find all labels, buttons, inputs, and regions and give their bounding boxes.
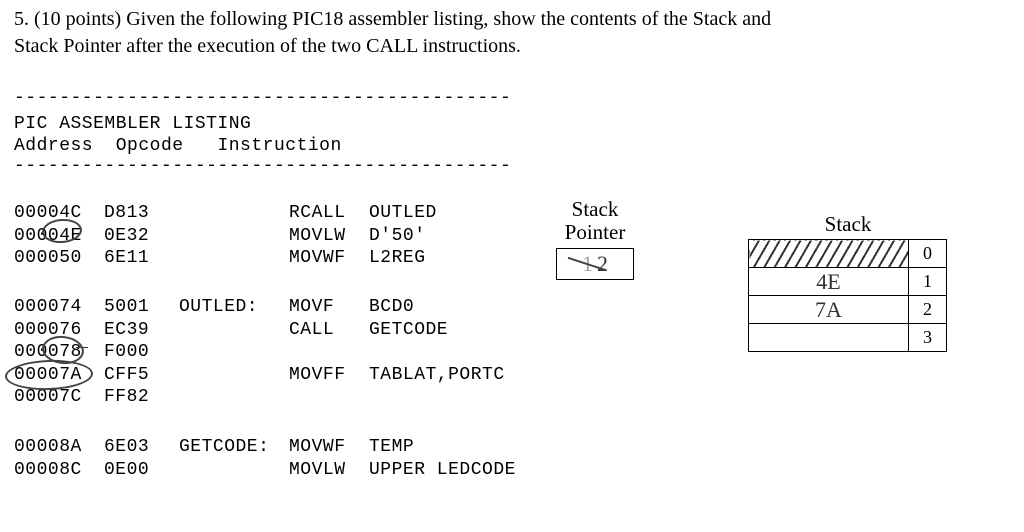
label	[179, 386, 289, 409]
mnemonic: MOVFF	[289, 364, 369, 387]
code-row: 00008A6E03GETCODE:MOVWFTEMP	[14, 436, 516, 459]
stack-value: 7A	[749, 296, 909, 324]
addr: 000050	[14, 247, 104, 270]
stack-row: 4E 1	[749, 268, 947, 296]
listing-header-section: ----------------------------------------…	[14, 88, 511, 176]
stack-value	[749, 240, 909, 268]
opcode: 5001	[104, 296, 179, 319]
mnemonic	[289, 386, 369, 409]
code-row: 00004CD813 RCALLOUTLED	[14, 202, 437, 225]
addr: 00008A	[14, 436, 104, 459]
label	[179, 459, 289, 482]
sp-value: 2	[597, 251, 608, 277]
label: GETCODE:	[179, 436, 289, 459]
dashes-top: ----------------------------------------…	[14, 88, 511, 108]
opcode: 0E00	[104, 459, 179, 482]
mnemonic: MOVLW	[289, 225, 369, 248]
header-opcode: Opcode	[116, 136, 184, 156]
opcode: F000	[104, 341, 179, 364]
mnemonic: RCALL	[289, 202, 369, 225]
code-row: 00007CFF82	[14, 386, 505, 409]
opcode: EC39	[104, 319, 179, 342]
operand: TABLAT,PORTC	[369, 364, 505, 387]
addr: 000074	[14, 296, 104, 319]
stack-row: 7A 2	[749, 296, 947, 324]
operand: OUTLED	[369, 202, 437, 225]
code-row: 00004E0E32 MOVLWD'50'	[14, 225, 437, 248]
stack-table: 0 4E 1 7A 23	[748, 239, 947, 352]
addr: 00004E	[14, 225, 104, 248]
stack-value: 4E	[749, 268, 909, 296]
mnemonic: MOVWF	[289, 436, 369, 459]
stack-index: 3	[909, 324, 947, 352]
opcode: 6E03	[104, 436, 179, 459]
addr: 00007A	[14, 364, 104, 387]
label	[179, 319, 289, 342]
operand: D'50'	[369, 225, 426, 248]
stack-area: Stack 0 4E 1 7A 23	[748, 212, 948, 352]
stack-row: 0	[749, 240, 947, 268]
stack-index: 0	[909, 240, 947, 268]
code-row: 000076EC39 CALLGETCODE	[14, 319, 505, 342]
question-text-2: Stack Pointer after the execution of the…	[14, 35, 521, 57]
opcode: D813	[104, 202, 179, 225]
stack-pointer-label: Stack Pointer	[556, 198, 634, 244]
code-row: 00008C0E00 MOVLWUPPER LEDCODE	[14, 459, 516, 482]
code-block-3: 00008A6E03GETCODE:MOVWFTEMP00008C0E00MOV…	[14, 436, 516, 481]
operand: UPPER LEDCODE	[369, 459, 516, 482]
opcode: 0E32	[104, 225, 179, 248]
sp-label-2: Pointer	[565, 220, 626, 244]
listing-column-headers: Address Opcode Instruction	[14, 136, 511, 156]
stack-pointer-area: Stack Pointer 1 2	[556, 198, 634, 280]
addr: 00007C	[14, 386, 104, 409]
operand: GETCODE	[369, 319, 448, 342]
label	[179, 202, 289, 225]
label	[179, 247, 289, 270]
addr: 000076	[14, 319, 104, 342]
label	[179, 341, 289, 364]
opcode: 6E11	[104, 247, 179, 270]
label	[179, 225, 289, 248]
question-points: (10 points)	[34, 8, 121, 30]
addr: 000078	[14, 341, 104, 364]
stack-index: 2	[909, 296, 947, 324]
stack-title: Stack	[748, 212, 948, 237]
code-row: 00007ACFF5 MOVFFTABLAT,PORTC	[14, 364, 505, 387]
code-row: 000078F000	[14, 341, 505, 364]
question-text-1: Given the following PIC18 assembler list…	[126, 8, 771, 30]
code-block-1: 00004CD813 RCALLOUTLED 00004E0E32 MOVLWD'50…	[14, 202, 437, 270]
mnemonic: CALL	[289, 319, 369, 342]
opcode: FF82	[104, 386, 179, 409]
question-number: 5.	[14, 8, 29, 30]
mnemonic: MOVF	[289, 296, 369, 319]
operand: BCD0	[369, 296, 414, 319]
stack-handwritten-value: 4E	[816, 269, 840, 294]
code-row: 0000745001OUTLED:MOVFBCD0	[14, 296, 505, 319]
question-header: 5. (10 points) Given the following PIC18…	[14, 6, 1004, 60]
sp-label-1: Stack	[572, 197, 619, 221]
label: OUTLED:	[179, 296, 289, 319]
stack-row: 3	[749, 324, 947, 352]
mnemonic: MOVWF	[289, 247, 369, 270]
stack-handwritten-value: 7A	[815, 297, 842, 322]
operand: L2REG	[369, 247, 426, 270]
mnemonic: MOVLW	[289, 459, 369, 482]
stack-index: 1	[909, 268, 947, 296]
stack-pointer-box: 1 2	[556, 248, 634, 280]
addr: 00004C	[14, 202, 104, 225]
opcode: CFF5	[104, 364, 179, 387]
header-address: Address	[14, 136, 93, 156]
operand: TEMP	[369, 436, 414, 459]
listing-title: PIC ASSEMBLER LISTING	[14, 114, 511, 134]
header-instruction: Instruction	[217, 136, 341, 156]
code-row: 0000506E11 MOVWFL2REG	[14, 247, 437, 270]
label	[179, 364, 289, 387]
dashes-bottom: ----------------------------------------…	[14, 156, 511, 176]
mnemonic	[289, 341, 369, 364]
stack-value	[749, 324, 909, 352]
addr: 00008C	[14, 459, 104, 482]
code-block-2: 0000745001OUTLED:MOVFBCD0000076EC39CALLG…	[14, 296, 505, 409]
